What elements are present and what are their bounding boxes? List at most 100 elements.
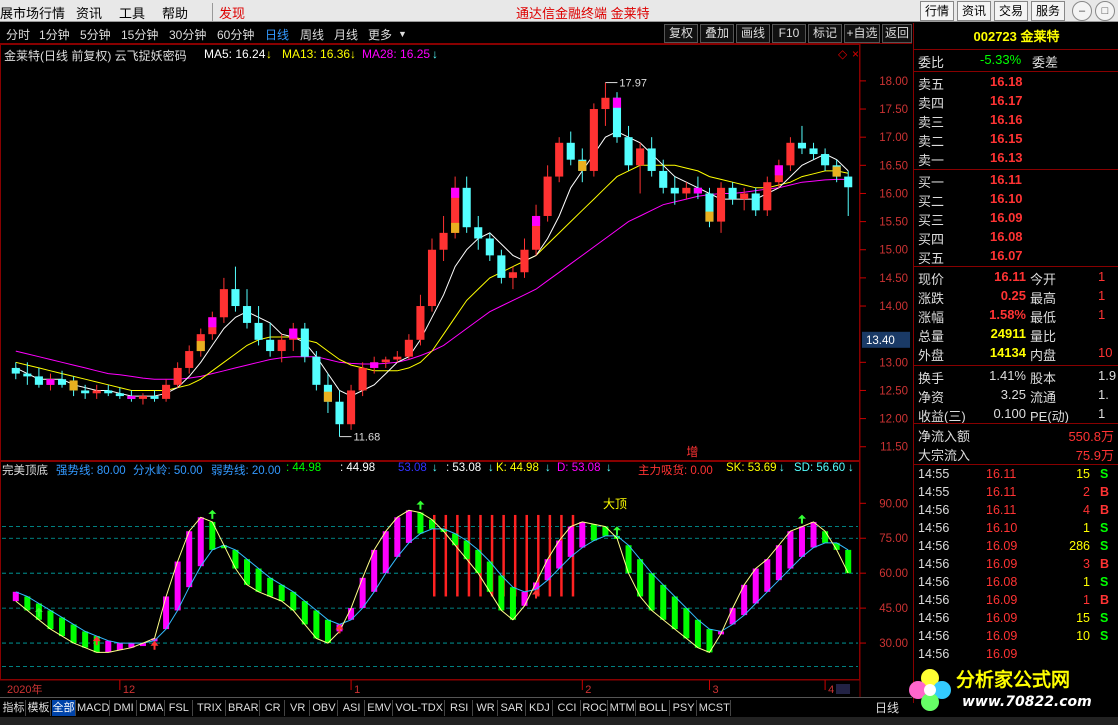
indicator-tab[interactable]: BOLL	[637, 700, 670, 716]
tick-price: 16.11	[986, 467, 1017, 481]
oscillator-bar	[313, 610, 320, 639]
tick-price: 16.09	[986, 629, 1018, 643]
period-1min[interactable]: 1分钟	[39, 26, 70, 43]
stat-label: 涨跌	[918, 291, 945, 306]
stat-value: 16.11	[994, 269, 1026, 284]
candle-body	[11, 367, 20, 374]
bid-row[interactable]: 买五 16.07	[914, 247, 1118, 266]
indicator-tab[interactable]: EMV	[366, 700, 393, 716]
ask-row[interactable]: 卖五 16.18	[914, 73, 1118, 92]
top-trade-button[interactable]: 交易	[994, 1, 1028, 21]
indicator-tab[interactable]: DMI	[111, 700, 138, 716]
period-monthly[interactable]: 月线	[334, 26, 358, 43]
top-quote-button[interactable]: 行情	[920, 1, 954, 21]
top-news-button[interactable]: 资讯	[957, 1, 991, 21]
top-service-button[interactable]: 服务	[1031, 1, 1065, 21]
ask-row[interactable]: 卖三 16.16	[914, 111, 1118, 130]
oscillator-bar	[105, 640, 112, 653]
period-weekly[interactable]: 周线	[300, 26, 324, 43]
add-favorite-button[interactable]: +自选	[844, 24, 880, 43]
bid-row[interactable]: 买二 16.10	[914, 190, 1118, 209]
overlay-button[interactable]: 叠加	[700, 24, 734, 43]
oscillator-bar	[417, 512, 424, 534]
oscillator-bar	[764, 559, 771, 592]
menu-news[interactable]: 资讯	[76, 3, 102, 22]
candle-highlight	[774, 165, 783, 176]
tick-price: 16.11	[986, 503, 1017, 517]
draw-line-button[interactable]: 画线	[736, 24, 770, 43]
ask-row[interactable]: 卖二 16.15	[914, 130, 1118, 149]
candle-highlight	[578, 160, 587, 171]
indicator-tab[interactable]: FSL	[166, 700, 193, 716]
back-button[interactable]: 返回	[882, 24, 912, 43]
oscillator-bar	[590, 524, 597, 541]
kline-chart[interactable]: 18.00 17.50 17.00 16.50 16.00 15.50 15.00 14.50…	[0, 44, 912, 697]
period-30min[interactable]: 30分钟	[169, 26, 206, 43]
indicator-tab[interactable]: MACD	[77, 700, 110, 716]
period-60min[interactable]: 60分钟	[217, 26, 254, 43]
price-tick-label: 14.50	[879, 273, 908, 285]
chart-area[interactable]: 18.00 17.50 17.00 16.50 16.00 15.50 15.00 14.50…	[0, 44, 912, 704]
bid-row[interactable]: 买四 16.08	[914, 228, 1118, 247]
candle-body	[751, 193, 760, 211]
indicator-tab[interactable]: 指标	[2, 700, 26, 716]
candle-body	[104, 390, 113, 394]
tick-time: 14:55	[918, 467, 950, 481]
candle-body	[589, 109, 598, 171]
indicator-tab[interactable]: CCI	[554, 700, 581, 716]
indicator-tab[interactable]: SAR	[499, 700, 526, 716]
menu-market[interactable]: 展市场行情	[0, 3, 65, 22]
bid-row[interactable]: 买一 16.11	[914, 171, 1118, 190]
indicator-tab[interactable]: RSI	[446, 700, 473, 716]
indicator-tab[interactable]: ASI	[339, 700, 366, 716]
indicator-tab[interactable]: VR	[286, 700, 311, 716]
close-icon[interactable]: ×	[852, 47, 859, 61]
indicator-tab[interactable]: PSY	[671, 700, 698, 716]
f10-button[interactable]: F10	[772, 24, 806, 43]
candle-highlight	[196, 341, 205, 352]
indicator-tab[interactable]: TRIX	[194, 700, 227, 716]
indicator-tab[interactable]: WR	[474, 700, 498, 716]
ask-row[interactable]: 卖一 16.13	[914, 149, 1118, 168]
indicator-header: 完美顶底 强势线: 80.00 分水岭: 50.00 弱势线: 20.00 : …	[0, 461, 860, 477]
tick-time: 14:56	[918, 575, 950, 589]
price-tick-label: 16.50	[879, 160, 908, 172]
oscillator-bar	[694, 619, 701, 648]
indicator-tab[interactable]: VOL-TDX	[394, 700, 446, 716]
period-daily[interactable]: 日线	[265, 26, 289, 43]
indicator-name[interactable]: 完美顶底	[2, 462, 48, 478]
chevron-down-icon[interactable]: ▼	[398, 29, 407, 39]
candle-body	[427, 249, 437, 307]
indicator-tab[interactable]: 全部	[52, 700, 76, 716]
candle-body	[347, 390, 356, 425]
tick-price: 16.10	[986, 521, 1018, 535]
indicator-tab[interactable]: DMA	[138, 700, 165, 716]
menu-tools[interactable]: 工具	[119, 3, 145, 22]
oscillator-bar	[648, 573, 655, 611]
bid-row[interactable]: 买三 16.09	[914, 209, 1118, 228]
indicator-tab[interactable]: KDJ	[527, 700, 554, 716]
candle-body	[393, 356, 402, 360]
tick-price: 16.09	[986, 557, 1018, 571]
diamond-icon[interactable]: ◇	[838, 47, 847, 61]
period-5min[interactable]: 5分钟	[80, 26, 111, 43]
oscillator-bar	[775, 545, 782, 581]
minimize-icon[interactable]: –	[1072, 1, 1092, 21]
ask-row[interactable]: 卖四 16.17	[914, 92, 1118, 111]
candle-body	[462, 187, 471, 228]
indicator-tab[interactable]: BRAR	[227, 700, 261, 716]
indicator-tab[interactable]: OBV	[311, 700, 338, 716]
indicator-tab[interactable]: CR	[261, 700, 286, 716]
period-15min[interactable]: 15分钟	[121, 26, 158, 43]
menu-discover[interactable]: 发现	[212, 3, 245, 22]
indicator-tab[interactable]: 模板	[27, 700, 51, 716]
restore-icon[interactable]: □	[1095, 1, 1115, 21]
indicator-tab[interactable]: MCST	[698, 700, 732, 716]
indicator-tab[interactable]: MTM	[609, 700, 636, 716]
indicator-tab[interactable]: ROC	[582, 700, 609, 716]
mark-button[interactable]: 标记	[808, 24, 842, 43]
restore-rights-button[interactable]: 复权	[664, 24, 698, 43]
period-tick[interactable]: 分时	[6, 26, 30, 43]
menu-help[interactable]: 帮助	[162, 3, 188, 22]
period-more[interactable]: 更多	[368, 26, 392, 43]
